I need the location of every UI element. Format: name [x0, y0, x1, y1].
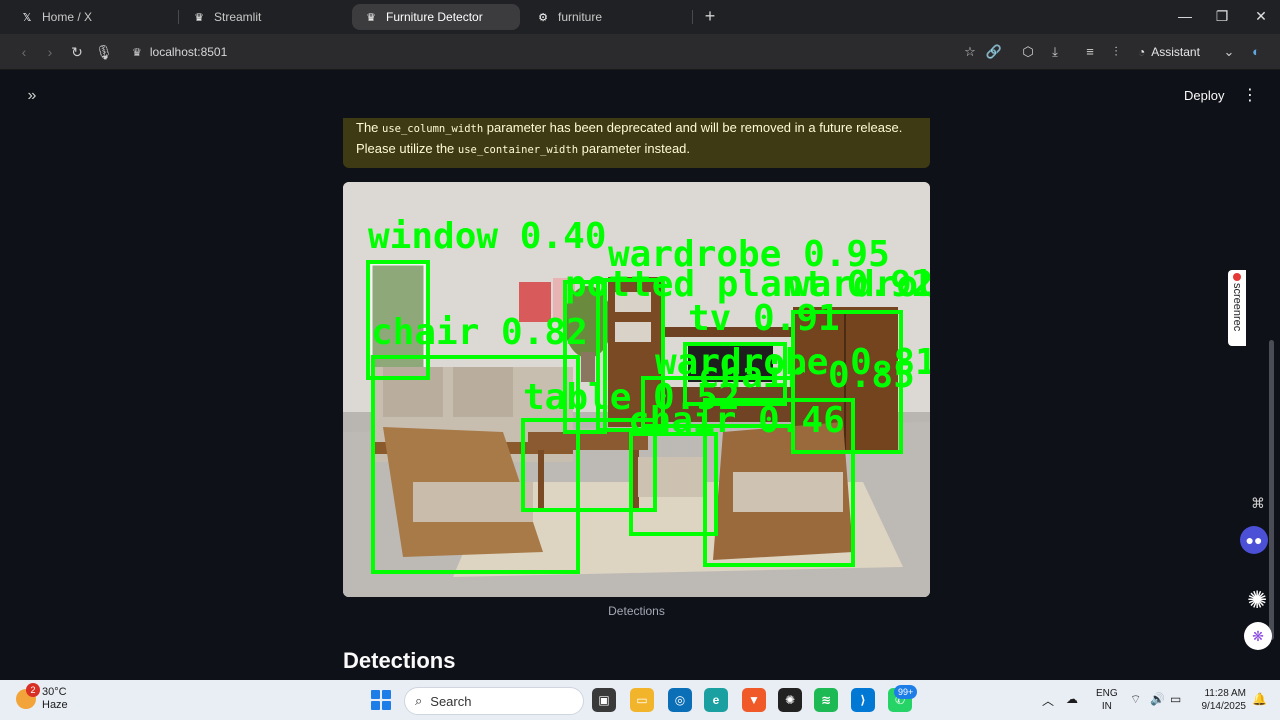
tab-label: Home / X — [42, 10, 93, 24]
tab-label: furniture — [558, 10, 603, 24]
search-label: Search — [430, 693, 472, 709]
battery-icon[interactable]: ▭ — [1170, 692, 1181, 706]
windows-taskbar: 2 30°C Haze ⌕ Search ▣ ▭ ◎ e ▼ ✺ ≋ ⟩ ✆ 9… — [0, 680, 1280, 720]
notifications-icon[interactable]: 🔔 — [1252, 692, 1267, 706]
weather-sun-icon: 2 — [16, 683, 40, 709]
wifi-icon[interactable]: ⌔ — [1130, 692, 1141, 707]
browser-toolbar: ‹ › ↻ 🎙 ♛ localhost:8501 ☆ 🔗 ⬡ ⤓ ≡ ⫶ ◔ A… — [0, 34, 1280, 70]
reload-icon[interactable]: ↻ — [67, 42, 87, 62]
deploy-button[interactable]: Deploy — [1184, 86, 1224, 106]
new-tab-icon[interactable]: + — [700, 6, 720, 26]
tray-chevron-up-icon[interactable]: ︿ — [1042, 692, 1054, 709]
detections-image: window 0.40 wardrobe 0.95 potted plant 0… — [343, 182, 930, 597]
tab-furniture[interactable]: ⚙ furniture — [524, 4, 692, 30]
assistant-icon: ◔ — [1138, 45, 1146, 59]
warning-text-1: The — [356, 120, 383, 135]
spotify-icon[interactable]: ≋ — [814, 688, 838, 712]
task-view-icon[interactable]: ▣ — [592, 688, 616, 712]
extensions-icon[interactable]: ⬡ — [1018, 42, 1038, 62]
site-info-icon[interactable]: ♛ — [132, 46, 142, 59]
start-button[interactable] — [371, 690, 391, 710]
command-icon[interactable]: ⌘ — [1244, 489, 1272, 517]
address-bar[interactable]: ♛ localhost:8501 — [124, 39, 984, 65]
tab-separator — [692, 10, 693, 24]
close-icon[interactable]: ✕ — [1251, 6, 1271, 26]
screenrec-widget[interactable]: screenrec — [1228, 270, 1246, 346]
whatsapp-badge: 99+ — [894, 685, 918, 699]
microphone-icon[interactable]: 🎙 — [94, 42, 114, 62]
weather-widget[interactable]: 2 30°C Haze — [16, 683, 68, 712]
record-dot-icon — [1233, 273, 1241, 281]
tab-separator — [178, 10, 179, 24]
streamlit-app: » Deploy ⋮ The use_column_width paramete… — [4, 70, 1274, 676]
living-room-scene: window 0.40 wardrobe 0.95 potted plant 0… — [343, 182, 930, 597]
weather-badge: 2 — [26, 683, 40, 697]
tab-label: Streamlit — [214, 10, 262, 24]
browser-tab-strip: 𝕏 Home / X ♛ Streamlit ♛ Furniture Detec… — [0, 0, 1280, 34]
restore-icon[interactable]: ❐ — [1212, 6, 1232, 26]
copilot-app-icon[interactable]: ◎ — [668, 688, 692, 712]
taskbar-search[interactable]: ⌕ Search — [404, 687, 584, 715]
roboflow-icon: ⚙ — [538, 11, 548, 24]
search-icon: ⌕ — [415, 693, 423, 708]
detection-label: chair 0.82 — [371, 312, 588, 353]
download-icon[interactable]: ⤓ — [1045, 42, 1065, 62]
warning-code-1: use_column_width — [382, 123, 484, 135]
edge-icon[interactable]: e — [704, 688, 728, 712]
chatgpt-icon[interactable]: ✺ — [1241, 584, 1273, 616]
file-explorer-icon[interactable]: ▭ — [630, 688, 654, 712]
streamlit-icon: ♛ — [366, 11, 376, 24]
assistant-label: Assistant — [1151, 45, 1200, 59]
copilot-bot-icon[interactable]: ●● — [1240, 526, 1268, 554]
tab-label: Furniture Detector — [386, 10, 483, 24]
tab-home-x[interactable]: 𝕏 Home / X — [8, 4, 176, 30]
clock-date: 9/14/2025 — [1201, 701, 1247, 712]
detection-label: tv 0.91 — [688, 298, 840, 339]
tab-furniture-detector[interactable]: ♛ Furniture Detector — [352, 4, 520, 30]
image-caption: Detections — [608, 604, 665, 618]
brave-icon[interactable]: ▼ — [742, 688, 766, 712]
back-icon[interactable]: ‹ — [14, 42, 34, 62]
clock-time: 11:28 AM — [1204, 688, 1246, 699]
browser-profile-icon[interactable]: ◐ — [1246, 42, 1266, 62]
url-text: localhost:8501 — [149, 45, 228, 59]
ai-brain-icon[interactable]: ❋ — [1244, 622, 1272, 650]
warning-code-2: use_container_width — [457, 144, 579, 156]
language-line-2: IN — [1101, 701, 1112, 712]
vscode-icon[interactable]: ⟩ — [851, 688, 875, 712]
streamlit-icon: ♛ — [194, 11, 204, 24]
bookmark-star-icon[interactable]: ☆ — [960, 42, 980, 62]
volume-icon[interactable]: 🔊 — [1150, 692, 1165, 706]
main-menu-icon[interactable]: ⋮ — [1240, 86, 1260, 106]
screenrec-label: screenrec — [1231, 283, 1243, 332]
language-line-1: ENG — [1096, 688, 1118, 699]
weather-desc: Haze — [42, 699, 68, 711]
detection-label: chair 0.46 — [628, 400, 845, 441]
weather-temp: 30°C — [42, 686, 67, 698]
language-indicator[interactable]: ENG IN — [1096, 687, 1118, 713]
warning-text-3: parameter instead. — [578, 141, 691, 156]
chevron-down-icon[interactable]: ⌄ — [1219, 42, 1239, 62]
x-logo-icon: 𝕏 — [22, 11, 32, 24]
onedrive-cloud-icon[interactable]: ☁ — [1066, 692, 1078, 706]
detection-label: window 0.40 — [368, 216, 606, 257]
system-clock[interactable]: 11:28 AM 9/14/2025 — [1194, 687, 1247, 713]
deprecation-warning: The use_column_width parameter has been … — [343, 118, 930, 168]
chatgpt-app-icon[interactable]: ✺ — [778, 688, 802, 712]
reading-list-icon[interactable]: ≡ — [1080, 42, 1100, 62]
share-link-icon[interactable]: 🔗 — [984, 42, 1004, 62]
assistant-button[interactable]: ◔ Assistant — [1138, 42, 1200, 62]
section-heading: Detections — [343, 648, 456, 673]
minimize-icon[interactable]: — — [1175, 6, 1195, 26]
audio-wave-icon[interactable]: ⫶ — [1106, 42, 1126, 62]
forward-icon[interactable]: › — [40, 42, 60, 62]
tab-streamlit[interactable]: ♛ Streamlit — [180, 4, 348, 30]
expand-sidebar-icon[interactable]: » — [22, 86, 42, 106]
